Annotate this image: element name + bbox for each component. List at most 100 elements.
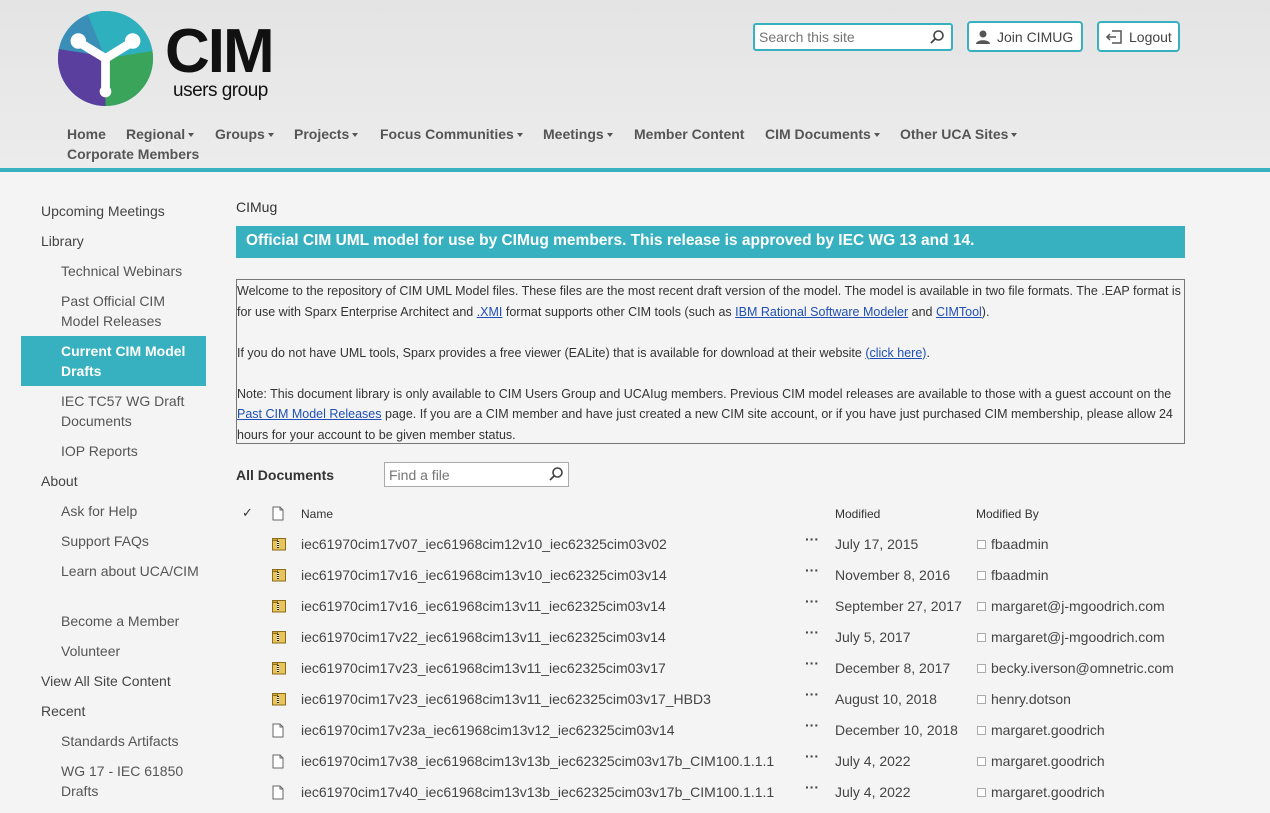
logout-button[interactable]: Logout: [1097, 21, 1180, 52]
more-options-icon[interactable]: ···: [805, 779, 819, 795]
more-options-icon[interactable]: ···: [805, 531, 819, 547]
sidebar-item-support-faqs[interactable]: Support FAQs: [21, 531, 206, 551]
sidebar-item-upcoming-meetings[interactable]: Upcoming Meetings: [21, 201, 206, 221]
sidebar-item-standards-artifacts[interactable]: Standards Artifacts: [21, 731, 206, 751]
more-options-icon[interactable]: ···: [805, 748, 819, 764]
search-icon[interactable]: [548, 466, 564, 482]
modified-by-user[interactable]: margaret.goodrich: [991, 722, 1105, 738]
sidebar-item-volunteer[interactable]: Volunteer: [21, 641, 206, 661]
table-row[interactable]: iec61970cim17v22_iec61968cim13v11_iec623…: [236, 622, 1185, 653]
more-options-icon[interactable]: ···: [805, 655, 819, 671]
table-row[interactable]: iec61970cim17v16_iec61968cim13v11_iec623…: [236, 591, 1185, 622]
search-icon[interactable]: [929, 29, 945, 45]
modified-by-user[interactable]: fbaadmin: [991, 567, 1049, 583]
sidebar-item-technical-webinars[interactable]: Technical Webinars: [21, 261, 206, 281]
modified-date: September 27, 2017: [835, 598, 962, 614]
nav-corporate-members[interactable]: Corporate Members: [67, 146, 199, 162]
document-name[interactable]: iec61970cim17v07_iec61968cim12v10_iec623…: [301, 536, 667, 552]
modified-by: fbaadmin: [977, 536, 1049, 552]
caret-down-icon: [516, 133, 523, 138]
more-options-icon[interactable]: ···: [805, 562, 819, 578]
sidebar-item-recent[interactable]: Recent: [21, 701, 206, 721]
modified-by: margaret@j-mgoodrich.com: [977, 598, 1165, 614]
sidebar-item-view-all-content[interactable]: View All Site Content: [21, 671, 206, 691]
ealite-download-link[interactable]: (click here): [865, 346, 926, 360]
document-name[interactable]: iec61970cim17v40_iec61968cim13v13b_iec62…: [301, 784, 774, 800]
find-file-input[interactable]: [385, 463, 535, 486]
nav-cim-documents[interactable]: CIM Documents: [765, 126, 880, 142]
nav-focus-communities[interactable]: Focus Communities: [380, 126, 523, 142]
table-row[interactable]: iec61970cim17v16_iec61968cim13v10_iec623…: [236, 560, 1185, 591]
table-row[interactable]: iec61970cim17v40_iec61968cim13v13b_iec62…: [236, 777, 1185, 808]
modified-by-user[interactable]: margaret.goodrich: [991, 753, 1105, 769]
zip-file-icon: [272, 692, 286, 709]
presence-icon: [977, 788, 986, 797]
site-search-input[interactable]: [755, 25, 920, 49]
caret-down-icon: [188, 133, 195, 138]
cim-logo[interactable]: CIM users group: [57, 10, 297, 110]
column-modified[interactable]: Modified: [835, 507, 880, 521]
view-selector[interactable]: All Documents: [236, 467, 334, 483]
intro-paragraph-2: If you do not have UML tools, Sparx prov…: [237, 345, 930, 360]
nav-other-uca-sites[interactable]: Other UCA Sites: [900, 126, 1018, 142]
more-options-icon[interactable]: ···: [805, 686, 819, 702]
nav-member-content[interactable]: Member Content: [634, 126, 744, 142]
document-name[interactable]: iec61970cim17v16_iec61968cim13v11_iec623…: [301, 598, 666, 614]
modified-by-user[interactable]: becky.iverson@omnetric.com: [991, 660, 1174, 676]
zip-file-icon: [272, 568, 286, 585]
sidebar-item-current-drafts[interactable]: Current CIM Model Drafts: [21, 336, 206, 386]
caret-down-icon: [606, 133, 613, 138]
table-row[interactable]: iec61970cim17v07_iec61968cim12v10_iec623…: [236, 529, 1185, 560]
modified-by-user[interactable]: fbaadmin: [991, 536, 1049, 552]
document-name[interactable]: iec61970cim17v23a_iec61968cim13v12_iec62…: [301, 722, 675, 738]
column-modified-by[interactable]: Modified By: [976, 507, 1039, 521]
more-options-icon[interactable]: ···: [805, 593, 819, 609]
sidebar-item-ask-for-help[interactable]: Ask for Help: [21, 501, 206, 521]
modified-date: December 8, 2017: [835, 660, 951, 676]
document-name[interactable]: iec61970cim17v23_iec61968cim13v11_iec623…: [301, 660, 666, 676]
column-name[interactable]: Name: [301, 507, 333, 521]
sidebar-item-iop-reports[interactable]: IOP Reports: [21, 441, 206, 461]
breadcrumb[interactable]: CIMug: [236, 199, 277, 215]
presence-icon: [977, 726, 986, 735]
modified-by-user[interactable]: margaret@j-mgoodrich.com: [991, 629, 1165, 645]
select-all-checkmark-icon[interactable]: ✓: [242, 505, 253, 521]
nav-regional[interactable]: Regional: [126, 126, 195, 142]
file-type-icon[interactable]: [272, 506, 284, 521]
document-name[interactable]: iec61970cim17v16_iec61968cim13v10_iec623…: [301, 567, 667, 583]
modified-by: henry.dotson: [977, 691, 1071, 707]
table-row[interactable]: iec61970cim17v38_iec61968cim13v13b_iec62…: [236, 746, 1185, 777]
ibm-rsm-link[interactable]: IBM Rational Software Modeler: [735, 305, 908, 319]
document-name[interactable]: iec61970cim17v23_iec61968cim13v11_iec623…: [301, 691, 711, 707]
table-row[interactable]: iec61970cim17v23_iec61968cim13v11_iec623…: [236, 684, 1185, 715]
nav-groups[interactable]: Groups: [215, 126, 274, 142]
nav-home[interactable]: Home: [67, 126, 106, 142]
past-releases-link[interactable]: Past CIM Model Releases: [237, 407, 382, 421]
more-options-icon[interactable]: ···: [805, 717, 819, 733]
table-row[interactable]: iec61970cim17v23a_iec61968cim13v12_iec62…: [236, 715, 1185, 746]
intro-paragraph-3: Note: This document library is only avai…: [237, 386, 1173, 442]
modified-date: December 10, 2018: [835, 722, 958, 738]
sidebar-item-wg17-drafts[interactable]: WG 17 - IEC 61850 Drafts: [21, 761, 206, 801]
sidebar-item-learn-uca-cim[interactable]: Learn about UCA/CIM: [21, 561, 206, 581]
nav-meetings[interactable]: Meetings: [543, 126, 613, 142]
xmi-link[interactable]: .XMI: [477, 305, 503, 319]
presence-icon: [977, 540, 986, 549]
modified-by-user[interactable]: margaret@j-mgoodrich.com: [991, 598, 1165, 614]
sidebar-item-iec-tc57-drafts[interactable]: IEC TC57 WG Draft Documents: [21, 391, 206, 431]
sidebar-item-library[interactable]: Library: [21, 231, 206, 251]
nav-projects[interactable]: Projects: [294, 126, 359, 142]
page-banner: Official CIM UML model for use by CIMug …: [236, 226, 1185, 258]
join-cimug-button[interactable]: Join CIMUG: [967, 21, 1083, 52]
document-name[interactable]: iec61970cim17v38_iec61968cim13v13b_iec62…: [301, 753, 774, 769]
presence-icon: [977, 571, 986, 580]
cimtool-link[interactable]: CIMTool: [936, 305, 982, 319]
modified-by-user[interactable]: margaret.goodrich: [991, 784, 1105, 800]
sidebar-item-past-official-releases[interactable]: Past Official CIM Model Releases: [21, 291, 206, 331]
sidebar-item-about[interactable]: About: [21, 471, 206, 491]
document-name[interactable]: iec61970cim17v22_iec61968cim13v11_iec623…: [301, 629, 666, 645]
modified-by-user[interactable]: henry.dotson: [991, 691, 1071, 707]
more-options-icon[interactable]: ···: [805, 624, 819, 640]
table-row[interactable]: iec61970cim17v23_iec61968cim13v11_iec623…: [236, 653, 1185, 684]
sidebar-item-become-member[interactable]: Become a Member: [21, 611, 206, 631]
